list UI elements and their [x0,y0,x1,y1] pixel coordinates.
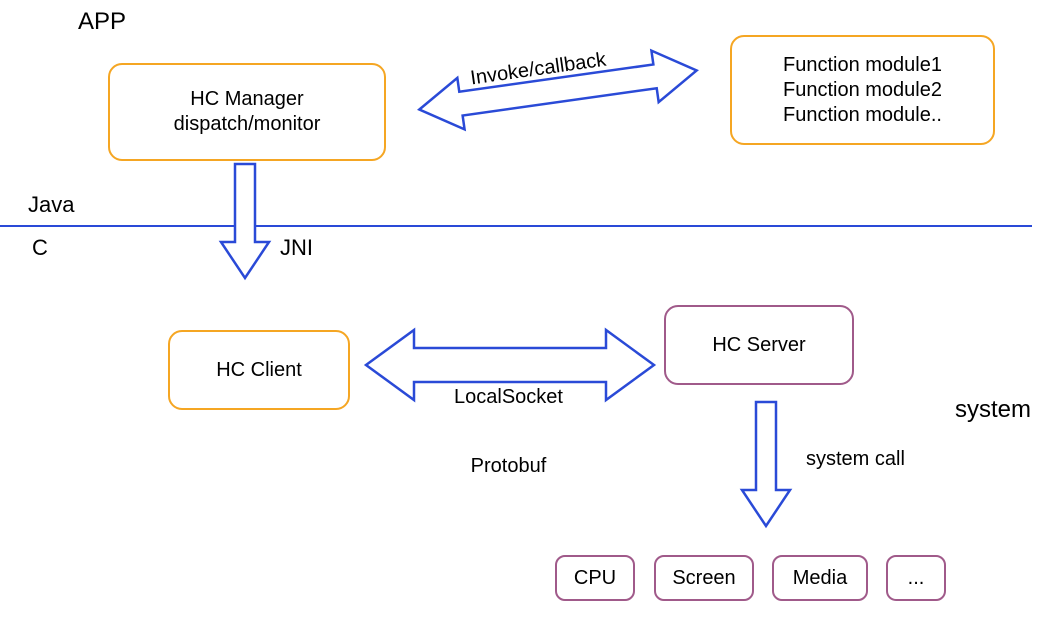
label-system-call: system call [806,448,905,471]
hc-client-label: HC Client [216,358,302,383]
hc-server-label: HC Server [712,333,805,358]
arrow-jni-down [215,162,275,282]
box-screen: Screen [654,555,754,601]
box-more: ... [886,555,946,601]
hc-manager-line2: dispatch/monitor [174,112,321,137]
label-jni: JNI [280,235,313,261]
arrow-system-call [738,400,794,530]
box-hc-manager: HC Manager dispatch/monitor [108,63,386,161]
label-system: system [955,396,1031,424]
box-function-modules: Function module1 Function module2 Functi… [730,35,995,145]
cpu-label: CPU [574,567,616,590]
more-label: ... [908,567,925,590]
box-hc-server: HC Server [664,305,854,385]
localsocket-line2: Protobuf [454,455,563,478]
media-label: Media [793,567,847,590]
label-app: APP [78,8,126,36]
java-c-divider [0,225,1032,227]
label-java: Java [28,192,74,218]
box-cpu: CPU [555,555,635,601]
label-localsocket: LocalSocket Protobuf [454,340,563,501]
localsocket-line1: LocalSocket [454,386,563,409]
func-mod-line2: Function module2 [783,78,942,103]
box-media: Media [772,555,868,601]
box-hc-client: HC Client [168,330,350,410]
func-mod-line1: Function module1 [783,53,942,78]
label-c: C [32,235,48,261]
hc-manager-line1: HC Manager [190,87,303,112]
screen-label: Screen [672,567,735,590]
func-mod-line3: Function module.. [783,103,942,128]
